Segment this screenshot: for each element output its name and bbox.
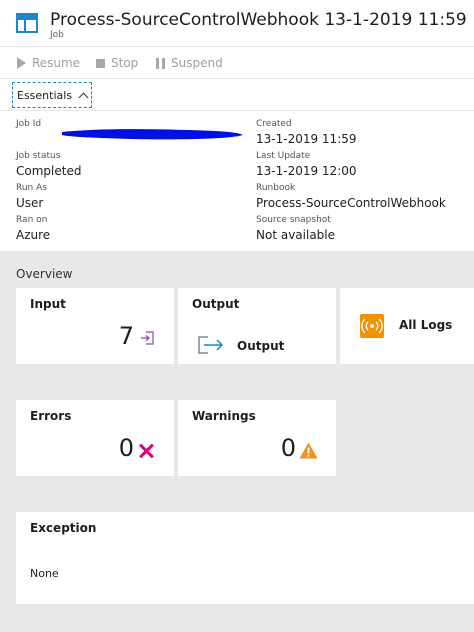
errors-title: Errors [30, 409, 72, 423]
source-snapshot-label: Source snapshot [256, 215, 331, 225]
essentials-toggle[interactable]: Essentials [12, 82, 93, 108]
run-as-value: User [16, 196, 44, 210]
errors-tile[interactable]: Errors 0 [16, 400, 174, 476]
input-count: 7 [118, 322, 134, 350]
run-as-label: Run As [16, 183, 47, 193]
exception-title: Exception [30, 521, 97, 535]
created-value: 13-1-2019 11:59 [256, 132, 357, 146]
error-x-icon [138, 443, 154, 459]
output-link: Output [237, 339, 285, 353]
runbook-label: Runbook [256, 183, 296, 193]
source-snapshot-value: Not available [256, 228, 336, 242]
last-update-label: Last Update [256, 151, 311, 161]
input-title: Input [30, 297, 66, 311]
input-tile[interactable]: Input 7 [16, 288, 174, 364]
warnings-title: Warnings [192, 409, 256, 423]
all-logs-tile[interactable]: All Logs [340, 288, 474, 364]
overview-title: Overview [16, 267, 73, 281]
warnings-tile[interactable]: Warnings 0 [178, 400, 336, 476]
warning-icon [299, 442, 318, 459]
runbook-field: Runbook Process-SourceControlWebhook [256, 182, 466, 212]
play-icon [17, 57, 26, 69]
output-icon [198, 336, 224, 354]
exception-value: None [30, 567, 59, 580]
blade-header: Process-SourceControlWebhook 13-1-2019 1… [0, 0, 474, 44]
pause-icon [156, 57, 165, 69]
job-status-field: Job status Completed [16, 150, 226, 180]
job-status-value: Completed [16, 164, 82, 178]
output-tile[interactable]: Output Output [178, 288, 336, 364]
warnings-count: 0 [280, 434, 296, 462]
ran-on-value: Azure [16, 228, 51, 242]
page-title: Process-SourceControlWebhook 13-1-2019 1… [50, 10, 467, 30]
command-toolbar: Resume Stop Suspend [0, 46, 474, 79]
job-blade-icon [16, 13, 38, 33]
exception-tile: Exception None [16, 512, 474, 604]
page-subtitle: Job [50, 30, 64, 40]
stop-button[interactable]: Stop [96, 56, 138, 70]
redaction-mark [62, 129, 243, 140]
ran-on-label: Ran on [16, 215, 48, 225]
input-icon [141, 331, 154, 345]
ran-on-field: Ran on Azure [16, 214, 226, 244]
chevron-up-icon [78, 92, 89, 102]
last-update-field: Last Update 13-1-2019 12:00 [256, 150, 466, 180]
run-as-field: Run As User [16, 182, 226, 212]
suspend-button[interactable]: Suspend [156, 56, 223, 70]
runbook-link[interactable]: Process-SourceControlWebhook [256, 194, 466, 212]
resume-button[interactable]: Resume [17, 56, 80, 70]
overview-section: Overview Input 7 Output Output All Logs … [0, 251, 474, 632]
source-snapshot-field: Source snapshot Not available [256, 214, 466, 244]
essentials-label: Essentials [17, 88, 73, 102]
output-title: Output [192, 297, 240, 311]
created-field: Created 13-1-2019 11:59 [256, 118, 466, 148]
job-status-label: Job status [16, 151, 61, 161]
last-update-value: 13-1-2019 12:00 [256, 164, 357, 178]
essentials-bar: Essentials [0, 80, 474, 111]
resume-label: Resume [32, 56, 81, 70]
stop-icon [96, 58, 105, 68]
all-logs-label: All Logs [399, 318, 453, 332]
stop-label: Stop [111, 56, 139, 70]
logs-icon [360, 314, 384, 338]
created-label: Created [256, 119, 292, 129]
errors-count: 0 [118, 434, 134, 462]
suspend-label: Suspend [171, 56, 223, 70]
